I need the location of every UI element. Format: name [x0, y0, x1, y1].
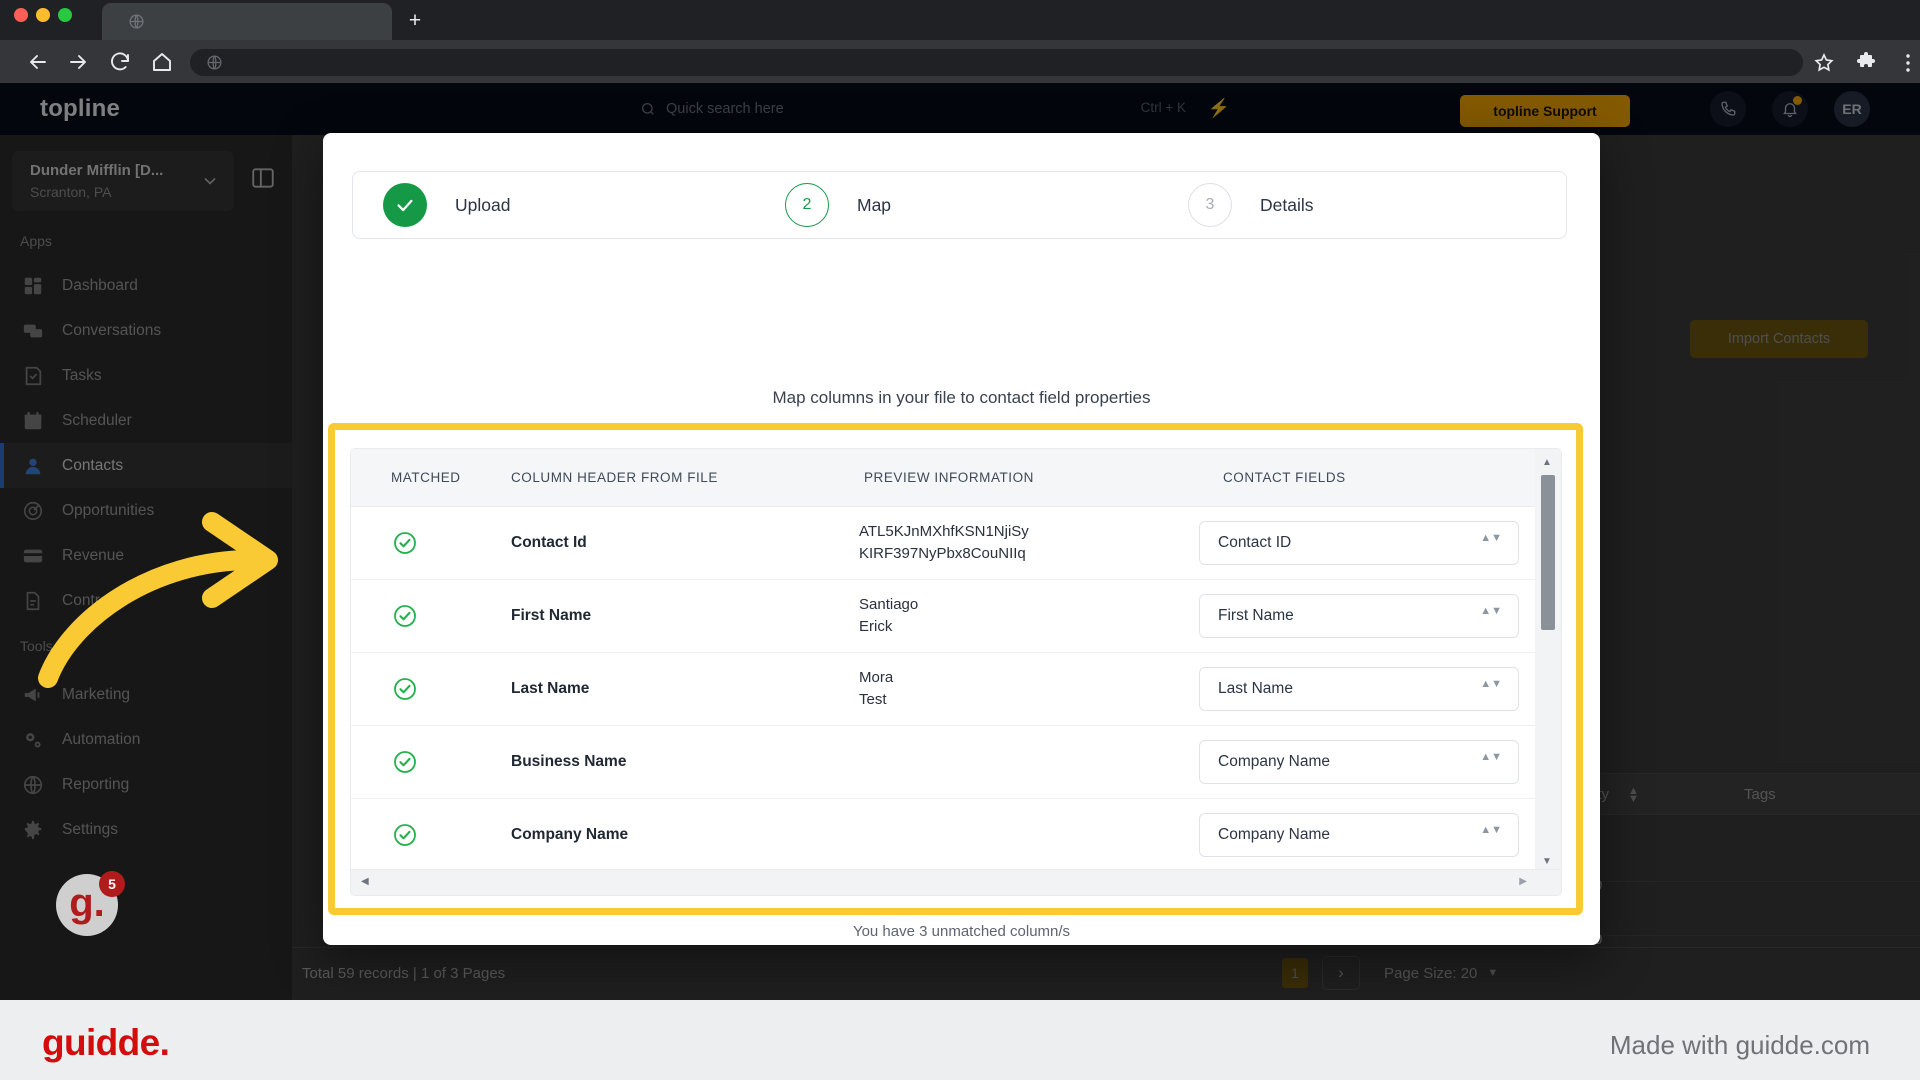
forward-arrow-icon[interactable] [66, 50, 90, 74]
chevron-updown-icon: ▲▼ [1480, 532, 1502, 544]
mapping-table-header: MATCHED COLUMN HEADER FROM FILE PREVIEW … [351, 449, 1561, 507]
table-row: Contact Id ATL5KJnMXhfKSN1NjiSy KIRF397N… [351, 507, 1537, 580]
table-row: First Name Santiago Erick First Name ▲▼ [351, 580, 1537, 653]
column-header-matched: MATCHED [391, 470, 461, 485]
scroll-down-arrow-icon[interactable]: ▼ [1542, 856, 1552, 867]
extensions-puzzle-icon[interactable] [1854, 51, 1878, 75]
contact-field-select[interactable]: Company Name ▲▼ [1199, 740, 1519, 784]
contact-field-value: Company Name [1218, 826, 1330, 843]
step-bubble-todo: 3 [1188, 183, 1232, 227]
window-traffic-lights [14, 8, 72, 22]
unmatched-columns-note: You have 3 unmatched column/s [852, 923, 1071, 940]
reload-icon[interactable] [108, 50, 132, 74]
contact-field-select[interactable]: First Name ▲▼ [1199, 594, 1519, 638]
scroll-right-arrow-icon[interactable]: ▶ [1519, 876, 1527, 887]
column-header-preview: PREVIEW INFORMATION [864, 470, 1034, 485]
preview-line: Test [859, 691, 887, 708]
back-arrow-icon[interactable] [26, 50, 50, 74]
home-icon[interactable] [150, 50, 174, 74]
guidde-logo: guidde. [42, 1022, 170, 1063]
column-header-contact-fields: CONTACT FIELDS [1223, 470, 1346, 485]
import-contacts-modal: Upload 2 Map 3 Details Map columns in yo… [323, 133, 1600, 945]
import-stepper: Upload 2 Map 3 Details [352, 171, 1567, 239]
contact-field-select[interactable]: Contact ID ▲▼ [1199, 521, 1519, 565]
contact-field-value: Last Name [1218, 680, 1293, 697]
guidde-avatar-badge[interactable]: g. 5 [56, 871, 125, 936]
browser-menu-icon[interactable] [1896, 51, 1920, 75]
browser-tab[interactable] [102, 3, 392, 40]
new-tab-button[interactable]: + [402, 8, 428, 34]
preview-line: Erick [859, 618, 893, 635]
table-row: Company Name Company Name ▲▼ [351, 799, 1537, 872]
contact-field-value: Company Name [1218, 753, 1330, 770]
site-globe-icon [207, 55, 222, 70]
screen-root: + topline Quick search here Ctrl + K ⚡ t… [0, 0, 1920, 1080]
check-icon [397, 199, 413, 212]
browser-titlebar: + [0, 0, 1920, 40]
matched-check-icon [394, 532, 416, 554]
file-column-name: Contact Id [511, 534, 587, 551]
mapping-table-highlight: MATCHED COLUMN HEADER FROM FILE PREVIEW … [328, 423, 1583, 915]
chevron-updown-icon: ▲▼ [1480, 824, 1502, 836]
matched-check-icon [394, 605, 416, 627]
preview-line: KIRF397NyPbx8CouNIIq [859, 545, 1026, 562]
contact-field-select[interactable]: Last Name ▲▼ [1199, 667, 1519, 711]
globe-icon [129, 14, 144, 29]
file-column-name: Business Name [511, 753, 627, 770]
contact-field-value: Contact ID [1218, 534, 1292, 551]
matched-check-icon [394, 824, 416, 846]
browser-toolbar [0, 40, 1920, 83]
preview-line: Mora [859, 669, 894, 687]
guidde-footer: guidde. Made with guidde.com [0, 1000, 1920, 1080]
chevron-updown-icon: ▲▼ [1480, 751, 1502, 763]
preview-information: ATL5KJnMXhfKSN1NjiSy KIRF397NyPbx8CouNII… [859, 521, 1029, 565]
preview-line: Santiago [859, 596, 919, 614]
guidde-badge-count: 5 [99, 871, 125, 897]
step-label: Upload [455, 194, 511, 215]
preview-information: Santiago Erick [859, 594, 918, 638]
window-close-button[interactable] [14, 8, 28, 22]
scroll-up-arrow-icon[interactable]: ▲ [1542, 457, 1552, 468]
table-row: Business Name Company Name ▲▼ [351, 726, 1537, 799]
step-details[interactable]: 3 Details [1188, 183, 1314, 227]
step-map[interactable]: 2 Map [785, 183, 891, 227]
matched-check-icon [394, 751, 416, 773]
chevron-updown-icon: ▲▼ [1480, 678, 1502, 690]
table-vertical-scrollbar[interactable]: ▲ ▼ [1535, 449, 1561, 895]
contact-field-value: First Name [1218, 607, 1294, 624]
step-bubble-current: 2 [785, 183, 829, 227]
table-row: Last Name Mora Test Last Name ▲▼ [351, 653, 1537, 726]
vertical-scroll-thumb[interactable] [1541, 475, 1555, 630]
scroll-left-arrow-icon[interactable]: ◀ [361, 876, 369, 887]
modal-subtitle: Map columns in your file to contact fiel… [772, 388, 1151, 407]
address-bar[interactable] [190, 49, 1803, 76]
contact-field-select[interactable]: Company Name ▲▼ [1199, 813, 1519, 857]
window-minimize-button[interactable] [36, 8, 50, 22]
preview-line: ATL5KJnMXhfKSN1NjiSy [859, 523, 1029, 541]
chevron-updown-icon: ▲▼ [1480, 605, 1502, 617]
step-upload[interactable]: Upload [383, 183, 510, 227]
column-mapping-table: MATCHED COLUMN HEADER FROM FILE PREVIEW … [350, 448, 1562, 896]
step-label: Map [857, 194, 892, 215]
file-column-name: Company Name [511, 826, 629, 843]
preview-information: Mora Test [859, 667, 893, 711]
step-bubble-done [383, 183, 427, 227]
matched-check-icon [394, 678, 416, 700]
file-column-name: First Name [511, 607, 592, 624]
column-header-file-column: COLUMN HEADER FROM FILE [511, 470, 718, 485]
table-horizontal-scrollbar[interactable]: ◀ ▶ [351, 869, 1561, 895]
bookmark-star-icon[interactable] [1812, 51, 1836, 75]
made-with-guidde-text: Made with guidde.com [1609, 1030, 1870, 1060]
window-maximize-button[interactable] [58, 8, 72, 22]
file-column-name: Last Name [511, 680, 590, 697]
step-label: Details [1260, 194, 1314, 215]
